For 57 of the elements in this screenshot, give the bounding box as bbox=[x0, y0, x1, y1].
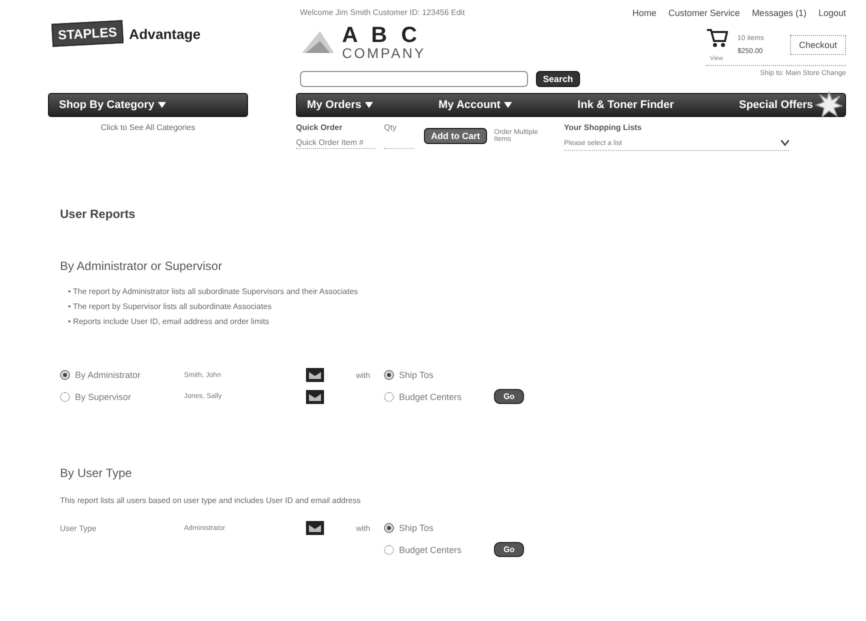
radio-button[interactable] bbox=[384, 523, 394, 533]
bullet-text: • Reports include User ID, email address and order limits bbox=[68, 317, 270, 326]
radio-button[interactable] bbox=[60, 370, 70, 380]
search-field[interactable] bbox=[300, 71, 528, 87]
envelope-icon[interactable] bbox=[306, 521, 324, 535]
brand-logo: STAPLES bbox=[51, 20, 124, 47]
nav-menu[interactable]: My Orders bbox=[307, 99, 374, 111]
radio-button[interactable] bbox=[384, 392, 394, 402]
welcome-text: Welcome Jim Smith Customer ID: 123456 Edit bbox=[300, 8, 465, 17]
radio-button[interactable] bbox=[384, 544, 394, 554]
quick-order-label: Quick Order bbox=[296, 123, 342, 132]
caret-icon bbox=[504, 102, 512, 108]
section-title: By User Type bbox=[60, 466, 133, 480]
radio-label: Budget Centers bbox=[399, 392, 462, 402]
nav-link[interactable]: Special Offers bbox=[739, 99, 813, 111]
header-link[interactable]: Home bbox=[632, 8, 656, 18]
field-label: User Type bbox=[60, 524, 98, 532]
bullet-text: • The report by Supervisor lists all subordinate Associates bbox=[68, 302, 273, 311]
mountain-logo bbox=[300, 29, 336, 55]
bullet-text: • The report by Administrator lists all subordinate Supervisors and their Associates bbox=[68, 287, 359, 296]
caret-icon bbox=[365, 102, 374, 108]
checkout-button[interactable]: Checkout bbox=[790, 35, 846, 55]
brand-name: Advantage bbox=[129, 26, 201, 42]
description-text: This report lists all users based on user type and includes User ID and email address bbox=[60, 496, 362, 505]
company-logo-letters: A B C bbox=[342, 24, 422, 46]
radio-label: By Supervisor bbox=[75, 392, 132, 402]
radio-label: By Administrator bbox=[75, 370, 141, 380]
add-to-cart-button[interactable]: Add to Cart bbox=[424, 128, 487, 144]
chevron-down-icon bbox=[781, 140, 789, 146]
nav-menu[interactable]: Shop By Category bbox=[59, 99, 166, 111]
categories-link[interactable]: Click to See All Categories bbox=[48, 123, 248, 151]
radio-button[interactable] bbox=[60, 392, 70, 402]
company-logo-word: COMPANY bbox=[342, 46, 426, 60]
header-link[interactable]: Messages (1) bbox=[752, 8, 806, 18]
starburst-icon bbox=[814, 91, 843, 119]
header-link[interactable]: Logout bbox=[818, 8, 846, 18]
go-button[interactable]: Go bbox=[494, 389, 524, 404]
page-title: User Reports bbox=[60, 207, 136, 221]
nav-menu[interactable]: My Account bbox=[438, 99, 512, 111]
nav-link[interactable]: Ink & Toner Finder bbox=[578, 99, 674, 111]
radio-label: Ship Tos bbox=[399, 370, 434, 380]
envelope-icon[interactable] bbox=[306, 390, 324, 404]
go-button[interactable]: Go bbox=[494, 542, 524, 557]
header-link[interactable]: Customer Service bbox=[668, 8, 740, 18]
shopping-lists-label: Your Shopping Lists bbox=[564, 123, 642, 132]
caret-icon bbox=[158, 102, 166, 108]
with-label: with bbox=[356, 524, 370, 532]
item-number-field[interactable]: Quick Order Item # bbox=[296, 136, 376, 149]
radio-button[interactable] bbox=[384, 370, 394, 380]
search-button[interactable]: Search bbox=[536, 71, 580, 87]
shopping-cart-icon[interactable] bbox=[706, 28, 728, 48]
with-label: with bbox=[356, 370, 370, 380]
envelope-icon[interactable] bbox=[306, 368, 324, 382]
qty-label: Qty bbox=[384, 123, 396, 132]
radio-label: Ship Tos bbox=[399, 523, 434, 533]
section-title: By Administrator or Supervisor bbox=[60, 259, 224, 273]
radio-label: Budget Centers bbox=[399, 544, 462, 554]
